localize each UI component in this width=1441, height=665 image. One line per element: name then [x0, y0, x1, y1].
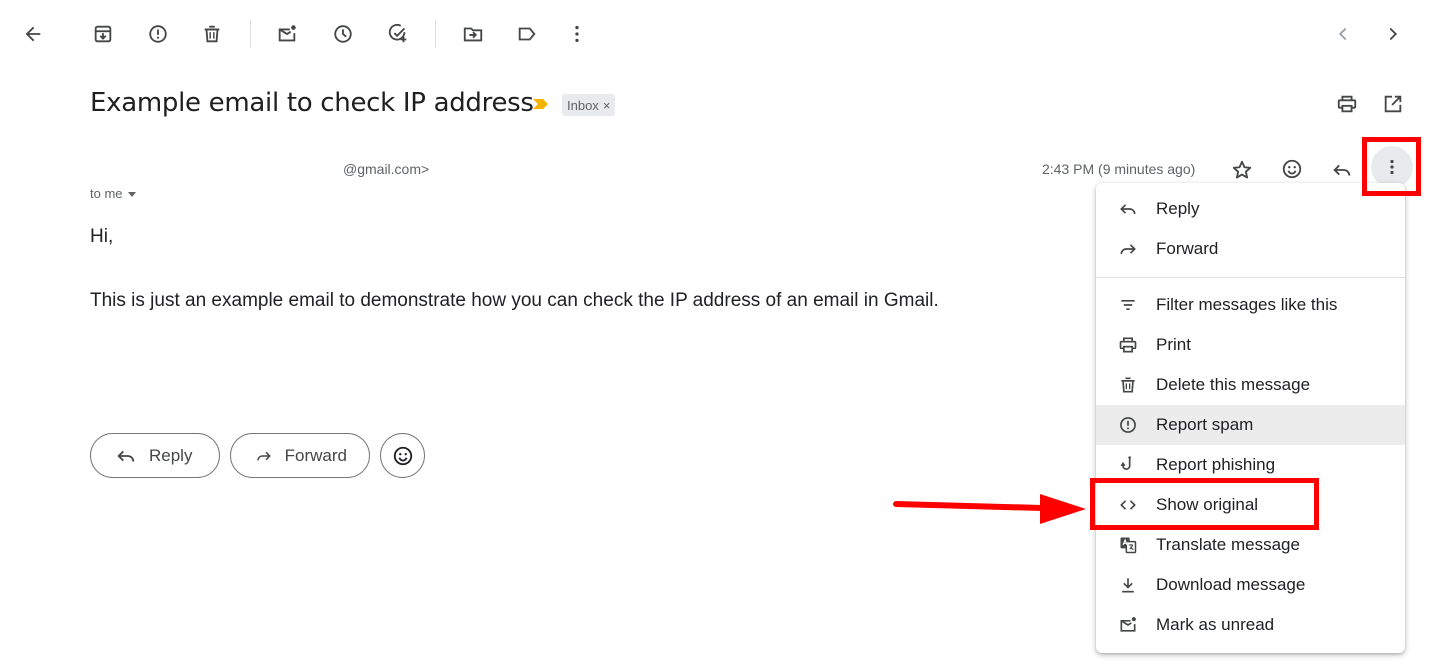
menu-item-label: Report spam	[1156, 415, 1254, 434]
add-task-icon[interactable]	[385, 21, 411, 47]
menu-item-label: Reply	[1156, 199, 1200, 218]
important-marker-icon[interactable]	[532, 97, 550, 111]
star-icon[interactable]	[1231, 159, 1253, 181]
print-icon	[1116, 333, 1140, 357]
label-chip-text: Inbox	[567, 97, 599, 113]
emoji-icon	[393, 446, 412, 465]
download-icon	[1116, 573, 1140, 597]
menu-item-filter[interactable]: Filter messages like this	[1096, 285, 1405, 325]
move-to-icon[interactable]	[460, 21, 486, 47]
message-options-menu: Reply Forward Filter messages like this …	[1096, 183, 1405, 653]
forward-button-label: Forward	[284, 445, 347, 465]
reply-icon	[117, 450, 135, 462]
chevron-right-icon[interactable]	[1380, 21, 1406, 47]
archive-icon[interactable]	[90, 21, 116, 47]
menu-item-report-spam[interactable]: Report spam	[1096, 405, 1405, 445]
phishing-hook-icon	[1116, 453, 1140, 477]
menu-item-label: Report phishing	[1156, 455, 1276, 474]
menu-item-label: Print	[1156, 335, 1191, 354]
label-chip-close-icon[interactable]: ×	[603, 98, 611, 113]
annotation-highlight-show-original	[1090, 478, 1319, 530]
delete-icon[interactable]	[199, 21, 225, 47]
email-subject: Example email to check IP address	[90, 88, 534, 118]
mark-unread-icon	[1116, 613, 1140, 637]
mark-unread-icon[interactable]	[274, 21, 300, 47]
recipient-label: to me	[90, 186, 123, 201]
menu-item-delete[interactable]: Delete this message	[1096, 365, 1405, 405]
chevron-left-icon[interactable]	[1330, 21, 1356, 47]
reply-button-label: Reply	[149, 445, 193, 465]
delete-icon	[1116, 373, 1140, 397]
open-in-new-window-icon[interactable]	[1382, 93, 1404, 115]
menu-item-label: Delete this message	[1156, 375, 1311, 394]
forward-button[interactable]: Forward	[230, 433, 370, 478]
reply-icon	[1116, 197, 1140, 221]
sender-email: @gmail.com>	[343, 161, 430, 177]
menu-item-download[interactable]: Download message	[1096, 565, 1405, 605]
menu-item-print[interactable]: Print	[1096, 325, 1405, 365]
annotation-arrow-icon	[893, 494, 1086, 524]
email-body-paragraph: This is just an example email to demonst…	[90, 290, 939, 311]
reply-icon[interactable]	[1331, 159, 1353, 181]
menu-divider	[1096, 277, 1405, 278]
label-icon[interactable]	[514, 21, 540, 47]
label-chip-inbox[interactable]: Inbox ×	[562, 94, 616, 116]
menu-item-label: Filter messages like this	[1156, 295, 1338, 314]
back-arrow-icon[interactable]	[20, 21, 46, 47]
menu-item-label: Download message	[1156, 575, 1306, 594]
menu-item-label: Forward	[1156, 239, 1219, 258]
menu-item-forward[interactable]: Forward	[1096, 229, 1405, 269]
emoji-reaction-button[interactable]	[380, 433, 425, 478]
menu-item-label: Translate message	[1156, 535, 1300, 554]
annotation-highlight-more-button	[1362, 137, 1421, 196]
forward-icon	[1116, 237, 1140, 261]
caret-down-icon	[127, 191, 136, 197]
email-greeting: Hi,	[90, 226, 114, 247]
recipient-details-toggle[interactable]: to me	[90, 186, 137, 201]
menu-item-mark-unread[interactable]: Mark as unread	[1096, 605, 1405, 645]
report-spam-icon[interactable]	[145, 21, 171, 47]
emoji-react-icon[interactable]	[1281, 158, 1303, 180]
timestamp: 2:43 PM (9 minutes ago)	[1042, 161, 1196, 177]
filter-icon	[1116, 293, 1140, 317]
more-vert-icon[interactable]	[564, 21, 590, 47]
menu-item-translate[interactable]: Translate message	[1096, 525, 1405, 565]
menu-item-label: Mark as unread	[1156, 615, 1275, 634]
print-all-icon[interactable]	[1336, 93, 1358, 115]
reply-button[interactable]: Reply	[90, 433, 220, 478]
report-spam-icon	[1116, 413, 1140, 437]
forward-icon	[257, 451, 271, 461]
menu-item-reply[interactable]: Reply	[1096, 189, 1405, 229]
translate-icon	[1116, 533, 1140, 557]
snooze-icon[interactable]	[330, 21, 356, 47]
